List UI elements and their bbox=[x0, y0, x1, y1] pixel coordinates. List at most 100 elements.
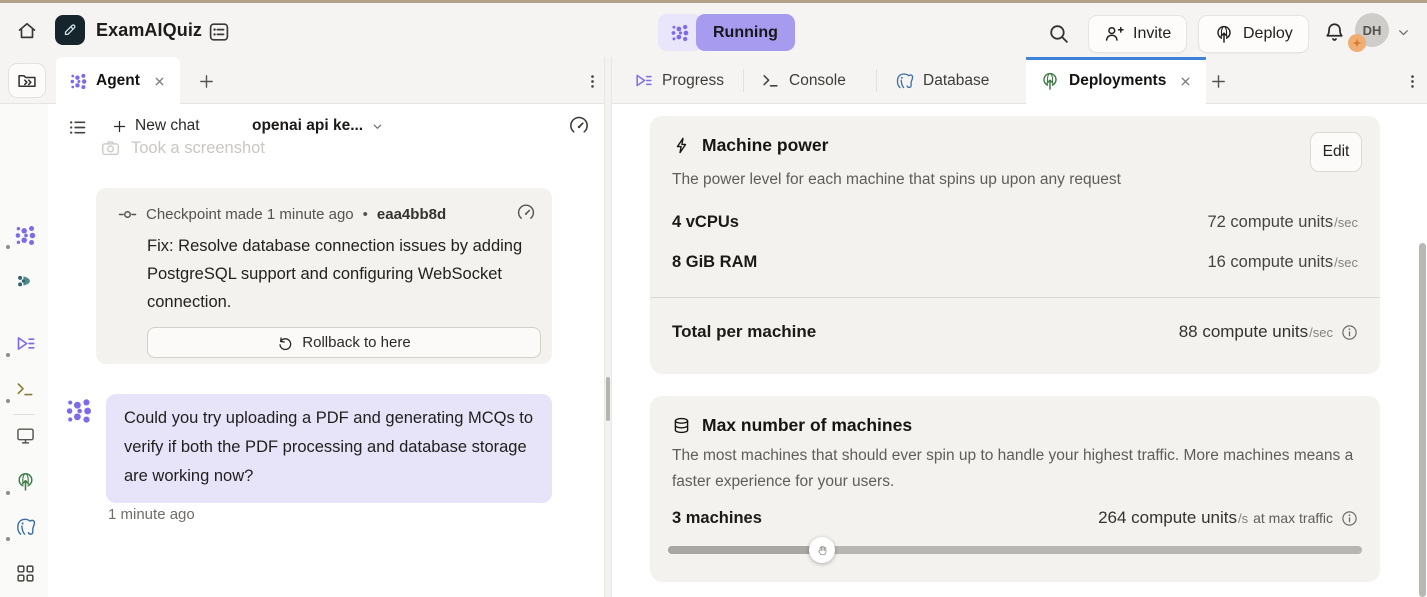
deployments-icon bbox=[15, 471, 36, 492]
app-icon[interactable] bbox=[55, 15, 85, 45]
ram-label: 8 GiB RAM bbox=[672, 253, 757, 272]
new-chat-button[interactable]: New chat bbox=[106, 112, 206, 140]
bell-icon bbox=[1323, 21, 1346, 44]
rollback-button[interactable]: Rollback to here bbox=[147, 327, 541, 358]
repl-list-button[interactable] bbox=[206, 19, 232, 45]
header: ExamAIQuiz Running Invite Deploy DH bbox=[0, 3, 1427, 57]
tab-database-label: Database bbox=[923, 72, 989, 90]
right-panel-menu-button[interactable] bbox=[1398, 67, 1426, 95]
dock-item-webview[interactable] bbox=[14, 424, 36, 446]
tab-deployments-label: Deployments bbox=[1069, 72, 1166, 90]
agent-chat-panel: New chat openai api ke... Took a screens… bbox=[48, 104, 604, 597]
star-icon bbox=[1351, 37, 1363, 49]
tab-progress-label: Progress bbox=[662, 72, 724, 90]
agent-avatar bbox=[66, 398, 92, 424]
left-tabbar: Agent bbox=[0, 57, 604, 104]
search-icon bbox=[1047, 22, 1071, 46]
checkpoint-label: Checkpoint made 1 minute ago bbox=[146, 206, 354, 223]
kebab-menu-icon bbox=[584, 73, 601, 90]
dock-item-deployments[interactable] bbox=[14, 470, 36, 492]
dock-item-database[interactable] bbox=[14, 516, 36, 538]
dock-divider bbox=[13, 414, 35, 415]
cpu-value: 72 compute units bbox=[1207, 213, 1333, 232]
total-label: Total per machine bbox=[672, 322, 816, 342]
chat-history-button[interactable] bbox=[64, 114, 90, 140]
dock-item-all-tools[interactable] bbox=[14, 562, 36, 584]
run-status-label: Running bbox=[696, 14, 795, 51]
hand-cursor-icon bbox=[816, 544, 829, 557]
invite-button[interactable]: Invite bbox=[1088, 15, 1187, 53]
monitor-icon bbox=[15, 425, 36, 446]
open-indicator-dot bbox=[6, 399, 10, 403]
edit-label: Edit bbox=[1323, 143, 1350, 161]
new-tab-button[interactable] bbox=[1204, 67, 1232, 95]
tab-progress[interactable]: Progress bbox=[620, 57, 738, 104]
message-timestamp: 1 minute ago bbox=[108, 506, 195, 523]
machines-slider-track[interactable] bbox=[668, 546, 1362, 554]
info-icon[interactable] bbox=[1341, 324, 1358, 341]
total-value: 88 compute units bbox=[1179, 322, 1308, 342]
machine-power-title: Machine power bbox=[702, 135, 828, 156]
tab-deployments[interactable]: Deployments bbox=[1026, 57, 1206, 105]
machine-power-description: The power level for each machine that sp… bbox=[672, 167, 1121, 193]
notifications-button[interactable] bbox=[1320, 18, 1348, 46]
tab-console[interactable]: Console bbox=[747, 57, 860, 104]
close-icon[interactable] bbox=[153, 75, 166, 88]
close-icon[interactable] bbox=[1179, 75, 1192, 88]
tab-database[interactable]: Database bbox=[880, 57, 1003, 104]
plus-icon bbox=[1210, 73, 1227, 90]
app-title: ExamAIQuiz bbox=[96, 20, 202, 41]
deploy-button[interactable]: Deploy bbox=[1198, 15, 1309, 53]
edit-machine-power-button[interactable]: Edit bbox=[1310, 132, 1362, 172]
dock-item-console[interactable] bbox=[14, 378, 36, 400]
checkpoint-card: Checkpoint made 1 minute ago • eaa4bb8d … bbox=[96, 188, 552, 364]
account-menu-chevron[interactable] bbox=[1396, 25, 1411, 40]
dock-item-progress[interactable] bbox=[14, 332, 36, 354]
panel-resizer[interactable] bbox=[604, 57, 612, 597]
avatar-star-badge bbox=[1348, 34, 1366, 52]
search-button[interactable] bbox=[1044, 19, 1074, 49]
sidebar-toggle-button[interactable] bbox=[8, 63, 46, 98]
grid-icon bbox=[15, 563, 36, 584]
camera-icon bbox=[100, 138, 121, 159]
usage-gauge-button[interactable] bbox=[566, 112, 592, 138]
tab-console-label: Console bbox=[789, 72, 846, 90]
right-tabbar: Progress Console Database Deployments bbox=[612, 57, 1427, 104]
machines-slider-thumb[interactable] bbox=[809, 537, 835, 563]
active-tab-indicator bbox=[1026, 57, 1206, 60]
max-machines-title-row: Max number of machines bbox=[672, 415, 912, 436]
chat-list-icon bbox=[67, 117, 88, 138]
spec-row-ram: 8 GiB RAM 16 compute units/sec bbox=[672, 253, 1358, 272]
deploy-label: Deploy bbox=[1243, 25, 1293, 43]
chat-thread-selector[interactable]: openai api ke... bbox=[252, 112, 384, 140]
right-panel-scrollbar-thumb[interactable] bbox=[1419, 243, 1426, 597]
machines-label: 3 machines bbox=[672, 509, 762, 528]
agent-logo-icon bbox=[671, 24, 689, 42]
dock-item-agent[interactable] bbox=[14, 224, 36, 246]
invite-person-icon bbox=[1104, 24, 1124, 44]
dock-item-assistant[interactable] bbox=[14, 270, 36, 292]
run-status-badge[interactable]: Running bbox=[658, 14, 795, 51]
checkpoint-separator: • bbox=[363, 206, 368, 223]
gauge-icon bbox=[516, 202, 536, 222]
max-machines-title: Max number of machines bbox=[702, 415, 912, 436]
rollback-icon bbox=[277, 335, 293, 351]
progress-icon bbox=[634, 71, 653, 90]
total-unit: /sec bbox=[1309, 325, 1333, 340]
new-tab-button[interactable] bbox=[192, 67, 220, 95]
machines-unit: /s bbox=[1238, 511, 1248, 526]
info-icon[interactable] bbox=[1341, 510, 1358, 527]
left-panel-menu-button[interactable] bbox=[578, 67, 606, 95]
max-machines-description: The most machines that should ever spin … bbox=[672, 443, 1364, 495]
agent-logo-icon bbox=[66, 398, 92, 424]
home-button[interactable] bbox=[12, 16, 42, 46]
machines-value: 264 compute units bbox=[1098, 508, 1237, 528]
chat-scrollbar-thumb[interactable] bbox=[606, 377, 610, 421]
open-indicator-dot bbox=[6, 537, 10, 541]
ram-unit: /sec bbox=[1334, 255, 1358, 270]
tool-dock bbox=[0, 104, 48, 597]
checkpoint-usage-gauge[interactable] bbox=[516, 202, 536, 222]
rollback-label: Rollback to here bbox=[302, 334, 410, 351]
machines-suffix: at max traffic bbox=[1253, 510, 1333, 526]
tab-agent[interactable]: Agent bbox=[56, 57, 180, 105]
